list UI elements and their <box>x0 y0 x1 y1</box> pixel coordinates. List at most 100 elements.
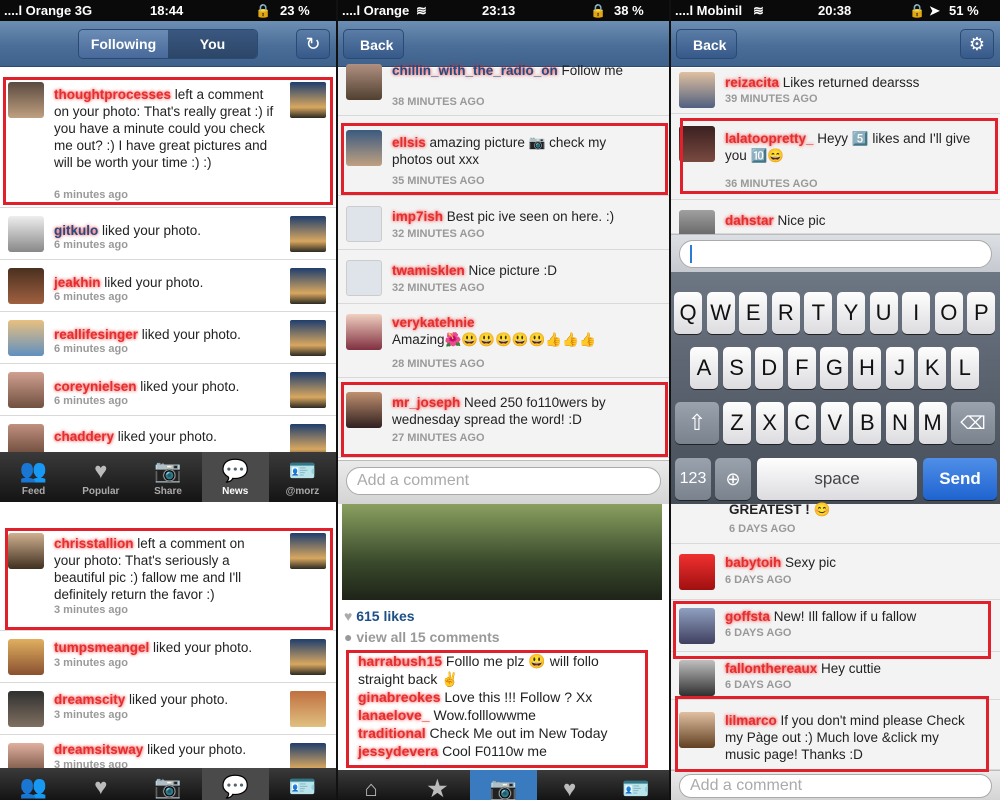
tab-news[interactable]: 💬 <box>201 768 269 800</box>
tab-you[interactable]: You <box>168 30 257 58</box>
shift-key[interactable]: ⇧ <box>675 402 719 444</box>
comment-row[interactable]: GREATEST ! 😊 6 DAYS AGO <box>671 502 1000 544</box>
tab-profile[interactable]: 🪪 <box>603 770 669 800</box>
username[interactable]: babytoih <box>725 555 781 570</box>
list-item[interactable]: thoughtprocesses left a comment on your … <box>0 68 336 208</box>
key-w[interactable]: W <box>706 292 735 334</box>
globe-icon[interactable]: ⊕ <box>715 458 751 500</box>
key-q[interactable]: Q <box>674 292 702 334</box>
key-j[interactable]: J <box>885 347 914 389</box>
list-item[interactable]: dreamscity liked your photo. 3 minutes a… <box>0 683 336 735</box>
tab-profile[interactable]: 🪪 @morz <box>269 452 336 502</box>
username[interactable]: gitkulo <box>54 223 98 238</box>
username[interactable]: coreynielsen <box>54 379 137 394</box>
key-t[interactable]: T <box>804 292 833 334</box>
username[interactable]: ginabreokes <box>358 689 440 705</box>
list-item[interactable]: reallifesinger liked your photo. 6 minut… <box>0 312 336 364</box>
key-f[interactable]: F <box>787 347 816 389</box>
key-p[interactable]: P <box>967 292 996 334</box>
list-item[interactable]: chrisstallion left a comment on your pho… <box>0 503 336 631</box>
tab-profile[interactable]: 🪪 <box>269 768 336 800</box>
view-all-comments-link[interactable]: ● view all 15 comments <box>344 629 500 645</box>
comment-row[interactable]: ellsis amazing picture 📷 check my photos… <box>338 116 669 196</box>
comment-row[interactable]: babytoih Sexy pic 6 DAYS AGO <box>671 544 1000 600</box>
username[interactable]: dreamscity <box>54 692 125 707</box>
username[interactable]: chillin_with_the_radio_on <box>392 63 558 78</box>
tab-feed[interactable]: 👥 <box>0 768 67 800</box>
photo-thumbnail[interactable] <box>290 533 326 569</box>
comment-row[interactable]: dahstar Nice pic <box>671 200 1000 246</box>
username[interactable]: dreamsitsway <box>54 742 143 757</box>
username[interactable]: chrisstallion <box>54 536 134 551</box>
comment-row[interactable]: imp7ish Best pic ive seen on here. :) 32… <box>338 196 669 250</box>
photo-thumbnail[interactable] <box>290 639 326 675</box>
list-item[interactable]: chaddery liked your photo. <box>0 416 336 460</box>
key-m[interactable]: M <box>918 402 947 444</box>
key-u[interactable]: U <box>869 292 898 334</box>
comment-row[interactable]: fallonthereaux Hey cuttie 6 DAYS AGO <box>671 652 1000 700</box>
key-d[interactable]: D <box>755 347 784 389</box>
username[interactable]: lanaelove_ <box>358 707 430 723</box>
tab-share[interactable]: 📷 Share <box>134 452 201 502</box>
key-o[interactable]: O <box>934 292 963 334</box>
tab-popular[interactable]: ♥ Popular <box>67 452 134 502</box>
username[interactable]: ellsis <box>392 135 426 150</box>
numbers-key[interactable]: 123 <box>675 458 711 500</box>
username[interactable]: dahstar <box>725 213 774 228</box>
list-item[interactable]: tumpsmeangel liked your photo. 3 minutes… <box>0 631 336 683</box>
key-e[interactable]: E <box>739 292 768 334</box>
comment-row[interactable]: lilmarco If you don't mind please Check … <box>671 700 1000 770</box>
key-i[interactable]: I <box>902 292 931 334</box>
key-r[interactable]: R <box>771 292 800 334</box>
photo-thumbnail[interactable] <box>290 268 326 304</box>
key-c[interactable]: C <box>788 402 817 444</box>
key-n[interactable]: N <box>886 402 914 444</box>
send-button[interactable]: Send <box>923 458 997 500</box>
username[interactable]: lalatoopretty_ <box>725 131 814 146</box>
refresh-icon[interactable]: ↻ <box>296 29 330 59</box>
username[interactable]: reizacita <box>725 75 779 90</box>
key-v[interactable]: V <box>820 402 849 444</box>
photo-thumbnail[interactable] <box>290 372 326 408</box>
username[interactable]: jeakhin <box>54 275 101 290</box>
tab-share[interactable]: 📷 <box>134 768 201 800</box>
key-x[interactable]: X <box>755 402 784 444</box>
key-b[interactable]: B <box>853 402 882 444</box>
backspace-key[interactable]: ⌫ <box>951 402 995 444</box>
tab-following[interactable]: Following <box>79 30 168 58</box>
username[interactable]: imp7ish <box>392 209 443 224</box>
username[interactable]: fallonthereaux <box>725 661 817 676</box>
photo-thumbnail[interactable] <box>290 82 326 118</box>
tab-explore[interactable]: ★ <box>404 770 470 800</box>
list-item[interactable]: jeakhin liked your photo. 6 minutes ago <box>0 260 336 312</box>
key-y[interactable]: Y <box>837 292 865 334</box>
username[interactable]: jessydevera <box>358 743 438 759</box>
username[interactable]: goffsta <box>725 609 770 624</box>
tab-popular[interactable]: ♥ <box>67 768 134 800</box>
key-k[interactable]: K <box>918 347 947 389</box>
key-g[interactable]: G <box>820 347 849 389</box>
comment-row[interactable]: reizacita Likes returned dearsss 39 MINU… <box>671 68 1000 114</box>
key-a[interactable]: A <box>690 347 718 389</box>
username[interactable]: mr_joseph <box>392 395 460 410</box>
tab-camera[interactable]: 📷 <box>470 770 537 800</box>
comment-input[interactable]: Add a comment <box>679 774 992 798</box>
username[interactable]: twamisklen <box>392 263 465 278</box>
photo-thumbnail[interactable] <box>290 216 326 252</box>
list-item[interactable]: coreynielsen liked your photo. 6 minutes… <box>0 364 336 416</box>
photo-thumbnail[interactable] <box>290 320 326 356</box>
likes-count[interactable]: ♥ 615 likes <box>344 608 415 624</box>
space-key[interactable]: space <box>757 458 917 500</box>
username[interactable]: harrabush15 <box>358 653 442 669</box>
key-z[interactable]: Z <box>723 402 751 444</box>
comment-input[interactable]: Add a comment <box>346 467 661 495</box>
back-button[interactable]: Back <box>343 29 405 59</box>
photo-thumbnail[interactable] <box>290 691 326 727</box>
back-button[interactable]: Back <box>676 29 738 59</box>
comment-input[interactable] <box>679 240 992 268</box>
comment-row[interactable]: mr_joseph Need 250 fo110wers by wednesda… <box>338 378 669 458</box>
username[interactable]: chaddery <box>54 429 114 444</box>
key-s[interactable]: S <box>722 347 751 389</box>
tab-news[interactable]: 💬 News <box>201 452 269 502</box>
key-l[interactable]: L <box>950 347 979 389</box>
